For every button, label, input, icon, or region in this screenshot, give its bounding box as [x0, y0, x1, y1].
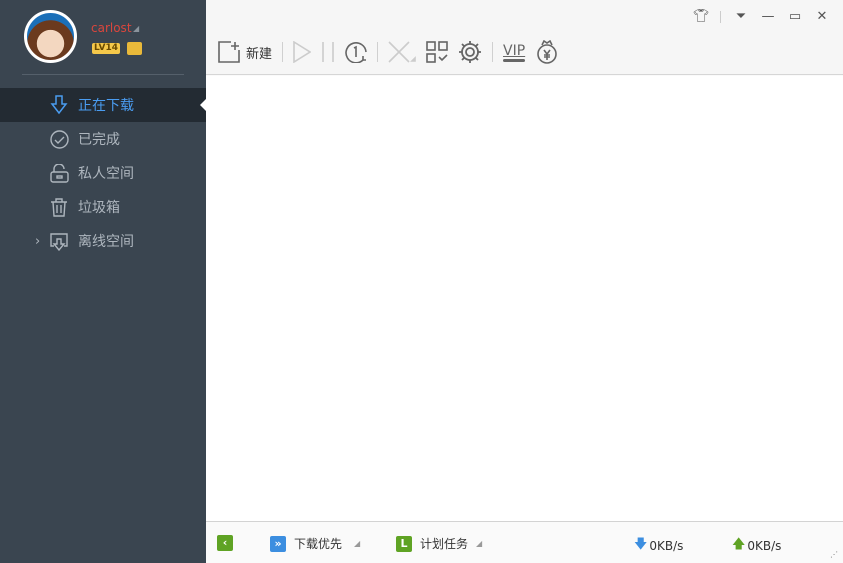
qr-code-icon	[426, 41, 448, 63]
avatar[interactable]	[24, 10, 77, 63]
cloud-download-icon	[49, 232, 69, 251]
check-circle-icon	[49, 129, 69, 149]
sidebar-item-label: 已完成	[78, 132, 120, 148]
toolbar: 新建 VIP	[218, 38, 559, 66]
sidebar-nav: 正在下载 已完成 私人空间 垃圾箱 › 离线空间	[0, 88, 206, 258]
gear-icon	[459, 41, 482, 63]
pause-icon	[322, 42, 334, 62]
arrow-up-icon: 🡅	[732, 537, 746, 552]
vip-badge-icon[interactable]	[127, 42, 142, 55]
sidebar-item-downloading[interactable]: 正在下载	[0, 88, 206, 122]
wallet-button[interactable]	[535, 38, 559, 66]
money-bag-icon	[537, 40, 557, 64]
resize-grip-icon[interactable]: ⋰	[830, 550, 838, 559]
new-file-icon	[218, 41, 240, 63]
close-icon[interactable]: ✕	[815, 9, 829, 24]
divider	[720, 10, 721, 23]
download-priority-dropdown[interactable]: » 下载优先 ◢	[270, 535, 360, 552]
top-bar: 👕︎ ⏷ — ▭ ✕ 新建 VIP	[206, 0, 843, 75]
start-button[interactable]	[293, 38, 312, 66]
download-icon	[49, 95, 69, 115]
divider	[282, 42, 284, 62]
schedule-icon: L	[396, 535, 412, 552]
level-badge: LV14	[92, 43, 120, 54]
new-task-button[interactable]: 新建	[218, 38, 272, 66]
minimize-icon[interactable]: —	[761, 9, 775, 24]
sidebar-item-label: 垃圾箱	[78, 200, 120, 216]
sidebar-item-label: 正在下载	[78, 98, 134, 114]
vip-button[interactable]: VIP	[503, 38, 525, 66]
sidebar-item-completed[interactable]: 已完成	[0, 122, 206, 156]
vip-underline-icon	[503, 58, 526, 62]
sidebar-item-label: 离线空间	[78, 234, 134, 250]
divider	[377, 42, 379, 62]
speed-up-button[interactable]	[458, 38, 482, 66]
one-circle-icon	[345, 42, 367, 63]
menu-dropdown-icon[interactable]: ⏷	[734, 9, 748, 24]
delete-x-icon	[388, 41, 416, 63]
vip-label: VIP	[503, 42, 526, 59]
upload-speed: 🡅 0KB/s	[732, 535, 781, 557]
scheduled-tasks-label: 计划任务	[420, 537, 469, 551]
single-task-mode-button[interactable]	[345, 38, 367, 66]
download-speed-value: 0KB/s	[649, 539, 684, 553]
chevron-right-icon[interactable]: ›	[35, 234, 40, 249]
new-task-label: 新建	[246, 46, 273, 62]
divider	[492, 42, 494, 62]
play-icon	[293, 41, 312, 63]
download-priority-label: 下载优先	[294, 537, 343, 551]
collapse-sidebar-button[interactable]: ‹	[217, 535, 233, 551]
sidebar: carlost ◢ LV14 正在下载 已完成 私人空间 垃圾箱 › 离线空间	[0, 0, 206, 563]
user-menu-caret-icon[interactable]: ◢	[133, 24, 139, 33]
upload-speed-value: 0KB/s	[747, 539, 782, 553]
sidebar-item-label: 私人空间	[78, 166, 134, 182]
status-bar: ‹ » 下载优先 ◢ L 计划任务 ◢ 🡇 0KB/s 🡅 0KB/s ⋰	[206, 521, 843, 563]
window-controls: 👕︎ ⏷ — ▭ ✕	[693, 9, 829, 24]
sidebar-item-private-space[interactable]: 私人空间	[0, 156, 206, 190]
lock-icon	[49, 163, 69, 183]
delete-button[interactable]	[388, 38, 416, 66]
pause-button[interactable]	[321, 38, 335, 66]
download-speed: 🡇 0KB/s	[634, 535, 683, 557]
scheduled-tasks-dropdown[interactable]: L 计划任务 ◢	[396, 535, 482, 552]
arrow-down-icon: 🡇	[634, 537, 648, 552]
caret-icon: ◢	[354, 539, 361, 548]
divider	[22, 74, 184, 75]
skin-icon[interactable]: 👕︎	[693, 9, 710, 24]
sidebar-item-trash[interactable]: 垃圾箱	[0, 190, 206, 224]
double-chevron-down-icon: »	[270, 535, 286, 552]
qr-code-button[interactable]	[426, 38, 448, 66]
maximize-icon[interactable]: ▭	[788, 9, 802, 24]
sidebar-item-offline-space[interactable]: › 离线空间	[0, 224, 206, 258]
caret-icon: ◢	[476, 539, 483, 548]
username[interactable]: carlost	[91, 21, 132, 35]
task-list-area	[206, 76, 843, 521]
trash-icon	[49, 197, 69, 217]
chevron-left-icon: ‹	[217, 535, 233, 551]
